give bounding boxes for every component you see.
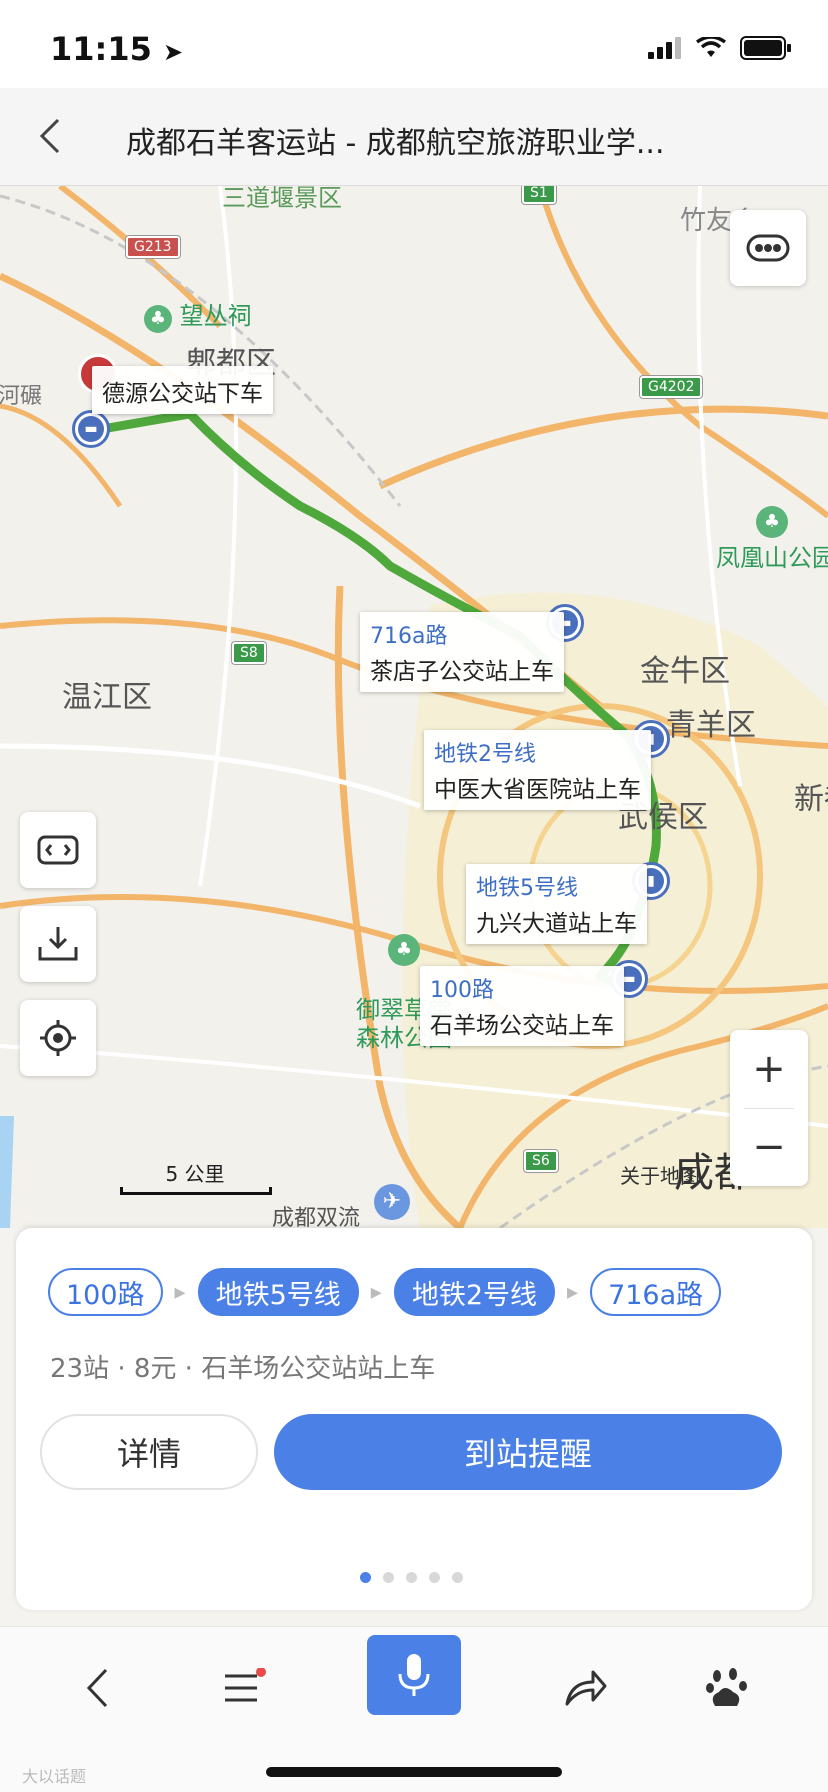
page-dot[interactable] (383, 1572, 394, 1583)
back-button[interactable] (20, 106, 80, 166)
map-label-xindu: 新都 (794, 782, 828, 817)
chip-metro-5[interactable]: 地铁5号线 (197, 1268, 359, 1316)
map-label-scenic: 三道堰景区 (222, 186, 342, 212)
map-label-wenjiang: 温江区 (62, 680, 152, 715)
status-icons (648, 36, 792, 60)
map-label-shuangliu: 成都双流 国际机场 (272, 1180, 360, 1228)
download-icon (38, 927, 78, 961)
chevron-right-icon: ▸ (370, 1279, 382, 1305)
road-badge-s1: S1 (522, 186, 556, 204)
route-callout[interactable]: 地铁2号线 中医大省医院站上车 (424, 730, 651, 810)
callout-line: 地铁5号线 (476, 876, 578, 901)
route-title: 成都石羊客运站 - 成都航空旅游职业学... (126, 126, 665, 161)
ar-mode-button[interactable] (20, 812, 96, 888)
share-icon (565, 1670, 607, 1706)
route-callout[interactable]: 100路 石羊场公交站上车 (420, 966, 624, 1046)
callout-stop: 九兴大道站上车 (476, 911, 637, 937)
location-arrow-icon: ➤ (163, 38, 184, 66)
locate-icon (40, 1020, 76, 1056)
map-label-fenghuang-text: 凤凰山公园 (716, 544, 828, 572)
back-icon (86, 1668, 108, 1708)
chevron-left-icon (39, 118, 60, 154)
map-label-wangcong-text: 望丛祠 (179, 302, 252, 330)
park-icon: ♣ (144, 305, 172, 333)
ar-icon (37, 835, 79, 865)
status-time: 11:15 ➤ (50, 30, 183, 68)
menu-icon (225, 1668, 266, 1702)
menu-button[interactable] (200, 1643, 290, 1733)
route-summary: 23站 · 8元 · 石羊场公交站站上车 (50, 1354, 436, 1384)
callout-stop: 石羊场公交站上车 (430, 1013, 614, 1039)
scale-label: 5 公里 (165, 1162, 225, 1186)
status-time-text: 11:15 (50, 30, 152, 68)
chip-bus-716a[interactable]: 716a路 (590, 1268, 722, 1316)
map-label-shuangliu-text: 成都双流 国际机场 (272, 1206, 361, 1228)
scale-bar (120, 1187, 272, 1195)
road-badge-s6: S6 (524, 1150, 558, 1172)
transit-chips: 100路 ▸ 地铁5号线 ▸ 地铁2号线 ▸ 716a路 (48, 1268, 722, 1316)
page-dot[interactable] (406, 1572, 417, 1583)
page-dot[interactable] (429, 1572, 440, 1583)
watermark: 大以话题 (22, 1767, 87, 1786)
map[interactable]: 三道堰景区 ♣ 望丛祠 郫都区 竹友乡 河碾 ♣ 凤凰山公园 温江区 金牛区 青… (0, 186, 828, 1228)
home-indicator (266, 1767, 562, 1777)
map-label-qingyang: 青羊区 (666, 708, 756, 743)
callout-line: 地铁2号线 (434, 742, 536, 767)
page-dot[interactable] (452, 1572, 463, 1583)
battery-icon (740, 36, 791, 60)
chevron-right-icon: ▸ (567, 1279, 579, 1305)
arrival-reminder-button[interactable]: 到站提醒 (274, 1414, 782, 1490)
status-bar: 11:15 ➤ (0, 0, 828, 88)
map-label-jinniu: 金牛区 (640, 654, 730, 689)
zoom-in-button[interactable]: + (730, 1030, 808, 1108)
chevron-right-icon: ▸ (174, 1279, 186, 1305)
cellular-signal-icon (648, 37, 681, 59)
nav-back-button[interactable] (52, 1643, 142, 1733)
screen: 11:15 ➤ 成都石羊客运站 - 成都航空旅游职业学... 三道堰景区 ♣ 望… (0, 0, 828, 1792)
callout-stop: 茶店子公交站上车 (370, 659, 554, 685)
page-dot[interactable] (360, 1572, 371, 1583)
mic-icon (398, 1654, 430, 1696)
route-callout[interactable]: 德源公交站下车 (92, 366, 273, 414)
route-panel: 100路 ▸ 地铁5号线 ▸ 地铁2号线 ▸ 716a路 23站 · 8元 · … (16, 1228, 812, 1610)
callout-stop: 德源公交站下车 (102, 381, 263, 407)
about-map-link[interactable]: 关于地图 (620, 1160, 700, 1189)
bus-stop-marker-deyuan[interactable]: ▬ (72, 410, 110, 448)
park-icon: ♣ (756, 506, 788, 538)
road-badge-g213: G213 (126, 236, 180, 258)
road-badge-s8: S8 (232, 642, 266, 664)
wifi-icon (696, 37, 726, 57)
voice-button[interactable] (367, 1635, 461, 1715)
traffic-light-icon (746, 234, 790, 262)
page-indicator (360, 1572, 463, 1583)
road-badge-g4202: G4202 (640, 376, 703, 398)
zoom-controls: + − (730, 1030, 808, 1186)
header: 成都石羊客运站 - 成都航空旅游职业学... (0, 88, 828, 186)
callout-stop: 中医大省医院站上车 (434, 777, 641, 803)
offline-download-button[interactable] (20, 906, 96, 982)
details-button[interactable]: 详情 (40, 1414, 258, 1490)
traffic-toggle-button[interactable] (730, 210, 806, 286)
locate-me-button[interactable] (20, 1000, 96, 1076)
bottom-bar: 大以话题 (0, 1626, 828, 1792)
route-callout[interactable]: 716a路 茶店子公交站上车 (360, 612, 564, 692)
map-label-wangcong: ♣ 望丛祠 (144, 296, 252, 333)
chip-bus-100[interactable]: 100路 (48, 1268, 163, 1316)
callout-line: 100路 (430, 978, 494, 1003)
chip-metro-2[interactable]: 地铁2号线 (393, 1268, 556, 1316)
map-scale: 5 公里 (120, 1158, 272, 1195)
map-label-fenghuang: ♣ 凤凰山公园 (716, 506, 828, 573)
bus-icon: ▬ (78, 416, 104, 442)
share-button[interactable] (540, 1643, 630, 1733)
baidu-button[interactable] (682, 1643, 772, 1733)
park-icon: ♣ (388, 934, 420, 966)
baidu-paw-icon (706, 1668, 747, 1706)
route-callout[interactable]: 地铁5号线 九兴大道站上车 (466, 864, 647, 944)
callout-line: 716a路 (370, 624, 448, 649)
map-label-hehe: 河碾 (0, 384, 43, 409)
zoom-out-button[interactable]: − (730, 1108, 808, 1186)
airport-icon: ✈ (374, 1184, 410, 1220)
